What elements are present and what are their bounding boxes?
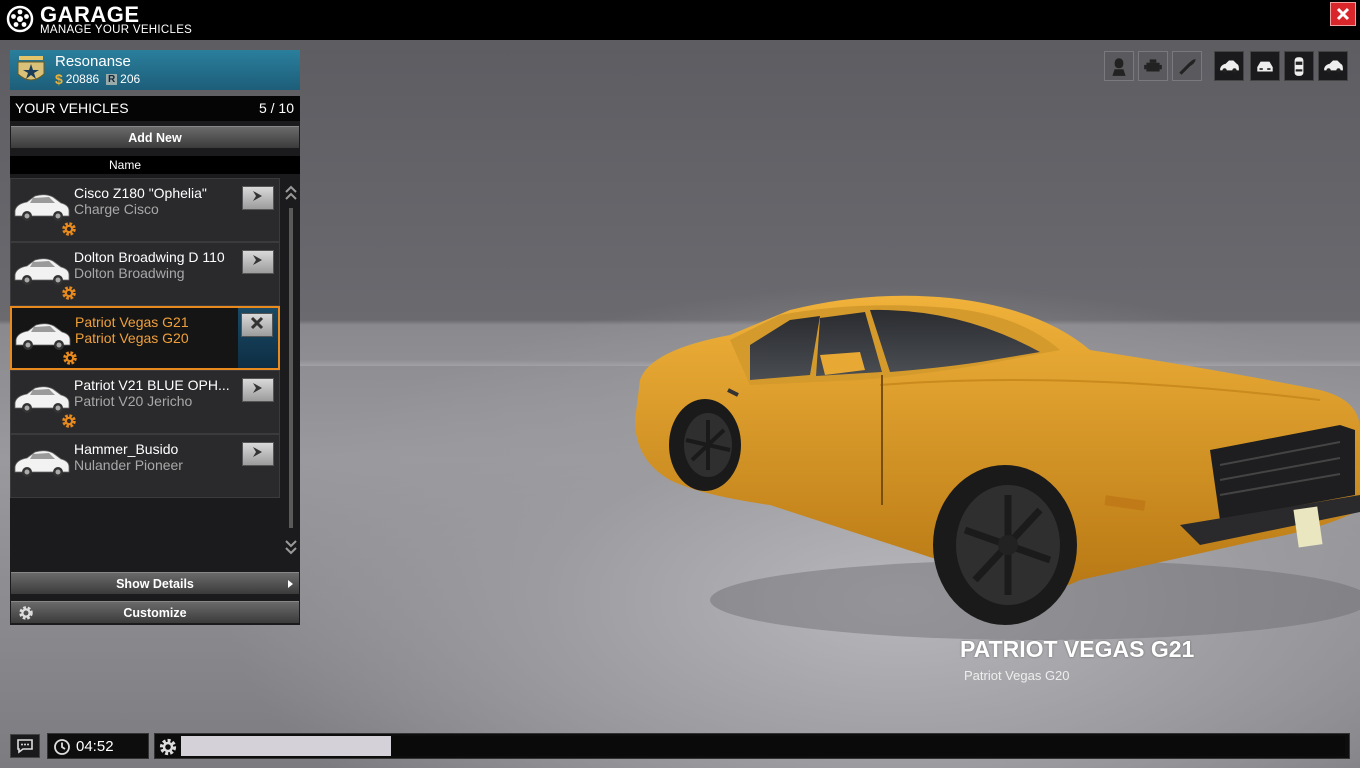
vehicle-row[interactable]: Hammer_Busido Nulander Pioneer [10, 434, 280, 498]
close-icon [249, 315, 265, 336]
arrow-right-icon [250, 189, 266, 208]
vehicle-name: Patriot Vegas G21 [75, 314, 189, 330]
customize-label: Customize [123, 606, 187, 620]
vehicle-name: Cisco Z180 "Ophelia" [74, 185, 207, 201]
vehicle-name: Hammer_Busido [74, 441, 179, 457]
car-rear-view-button[interactable] [1318, 51, 1348, 81]
vehicle-model: Charge Cisco [74, 201, 159, 217]
close-icon [1336, 7, 1350, 21]
car-side-view-button[interactable] [1214, 51, 1244, 81]
gear-icon [19, 606, 33, 620]
cash-icon: $ [55, 71, 63, 87]
wheel-logo-icon [6, 5, 34, 33]
rep-amount: 206 [120, 72, 141, 86]
clock-display: 04:52 [47, 733, 149, 759]
customized-gear-icon [61, 413, 77, 429]
vehicle-count: 5 / 10 [258, 100, 294, 116]
customized-gear-icon [61, 221, 77, 237]
select-vehicle-button[interactable] [242, 442, 274, 466]
vehicles-title: YOUR VEHICLES [15, 100, 129, 116]
scroll-down-icon[interactable] [284, 534, 298, 558]
page-subtitle: MANAGE YOUR VEHICLES [40, 24, 193, 36]
vehicle-thumbnail [13, 445, 71, 481]
vehicle-model: Patriot Vegas G20 [75, 330, 189, 346]
driver-icon [1112, 58, 1126, 76]
selected-vehicle-model: Patriot Vegas G20 [964, 668, 1070, 683]
vehicle-model: Patriot V20 Jericho [74, 393, 193, 409]
arrow-right-icon [250, 381, 266, 400]
vehicles-panel: YOUR VEHICLES 5 / 10 Add New Name Cisco … [10, 96, 300, 625]
show-details-label: Show Details [116, 577, 194, 591]
car-top-icon [1294, 57, 1304, 76]
status-bar [154, 733, 1350, 759]
settings-gear-icon[interactable] [158, 737, 178, 757]
progress-fill [181, 736, 391, 756]
vehicle-thumbnail [14, 318, 72, 354]
car-rear-icon [1324, 60, 1343, 73]
chat-button[interactable] [10, 734, 40, 758]
clock-icon [54, 739, 70, 755]
engine-view-button[interactable] [1138, 51, 1168, 81]
add-new-button[interactable]: Add New [11, 126, 299, 148]
car-front-icon [1257, 61, 1273, 72]
arrow-right-icon [250, 445, 266, 464]
selected-vehicle-title: PATRIOT VEGAS G21 [960, 636, 1195, 662]
player-profile: Resonanse $ 20886 R 206 [10, 50, 300, 90]
rep-icon: R [106, 73, 118, 85]
vehicle-thumbnail [13, 381, 71, 417]
remove-vehicle-button[interactable] [241, 313, 273, 337]
car-front-view-button[interactable] [1250, 51, 1280, 81]
column-name-label: Name [109, 158, 142, 172]
customized-gear-icon [61, 285, 77, 301]
select-vehicle-button[interactable] [242, 378, 274, 402]
vehicle-name: Dolton Broadwing D 110 [74, 249, 225, 265]
rank-badge-icon [17, 56, 45, 81]
car-top-view-button[interactable] [1284, 51, 1314, 81]
vehicle-name: Patriot V21 BLUE OPH... [74, 377, 230, 393]
vehicle-list-scrollbar[interactable] [284, 178, 298, 562]
player-name: Resonanse [55, 53, 131, 70]
vehicles-header: YOUR VEHICLES 5 / 10 [10, 96, 300, 121]
vehicle-row[interactable]: Patriot V21 BLUE OPH... Patriot V20 Jeric… [10, 370, 280, 434]
scroll-up-icon[interactable] [284, 182, 298, 206]
close-button[interactable] [1330, 2, 1356, 26]
vehicle-preview-car[interactable] [620, 280, 1360, 640]
car-side-icon [1220, 60, 1239, 73]
show-details-button[interactable]: Show Details [11, 572, 299, 594]
column-header-name[interactable]: Name [10, 156, 300, 174]
customize-button[interactable]: Customize [11, 601, 299, 623]
select-vehicle-button[interactable] [242, 186, 274, 210]
customized-gear-icon [62, 350, 78, 366]
select-vehicle-button[interactable] [242, 250, 274, 274]
clock-time: 04:52 [76, 738, 114, 755]
vehicle-thumbnail [13, 189, 71, 225]
horn-view-button[interactable] [1172, 51, 1202, 81]
scroll-track[interactable] [289, 208, 293, 528]
vehicle-row[interactable]: Patriot Vegas G21 Patriot Vegas G20 [10, 306, 280, 370]
top-bar: GARAGE MANAGE YOUR VEHICLES [0, 0, 1360, 40]
chat-icon [17, 739, 33, 754]
progress-track [181, 736, 1345, 756]
vehicle-model: Dolton Broadwing [74, 265, 185, 281]
vehicle-model: Nulander Pioneer [74, 457, 183, 473]
vehicle-row[interactable]: Dolton Broadwing D 110 Dolton Broadwing [10, 242, 280, 306]
arrow-right-icon [250, 253, 266, 272]
horn-icon [1179, 59, 1196, 75]
driver-view-button[interactable] [1104, 51, 1134, 81]
arrow-right-icon [288, 580, 293, 588]
currency-display: $ 20886 R 206 [55, 71, 140, 87]
vehicle-thumbnail [13, 253, 71, 289]
engine-icon [1144, 59, 1162, 72]
cash-amount: 20886 [65, 72, 100, 86]
vehicle-row[interactable]: Cisco Z180 "Ophelia" Charge Cisco [10, 178, 280, 242]
